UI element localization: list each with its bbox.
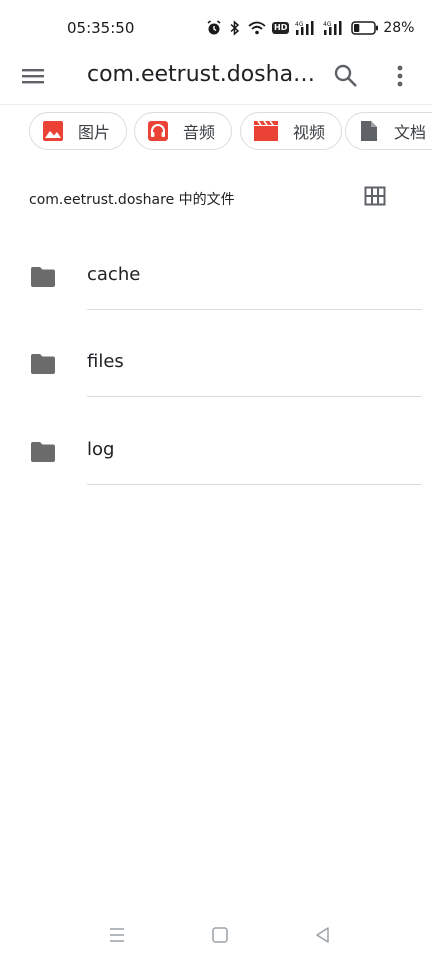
battery-percent: 28% [383,20,415,36]
battery-icon [351,21,379,35]
folder-icon [30,266,56,288]
chip-documents[interactable]: 文档 [345,112,432,150]
file-name: cache [87,264,141,285]
file-row-files[interactable]: files [0,351,432,440]
svg-text:4G: 4G [323,21,332,28]
hamburger-menu-icon [22,69,44,84]
file-name: files [87,351,124,372]
menu-button[interactable] [20,64,48,88]
wifi-icon [248,21,266,35]
signal-icon-2: 4G [323,20,345,36]
svg-text:4G: 4G [295,21,304,28]
divider [87,484,422,485]
signal-icon: 4G [295,20,317,36]
file-row-log[interactable]: log [0,439,432,528]
divider [87,309,422,310]
square-icon [212,927,228,943]
file-name: log [87,439,115,460]
more-options-button[interactable] [390,62,410,90]
status-icons: HD 4G 4G 28% [206,18,414,38]
alarm-icon [206,20,222,36]
grid-view-toggle[interactable] [364,186,386,206]
home-button[interactable] [210,925,230,945]
chip-video[interactable]: 视频 [240,112,343,150]
grid-view-icon [364,186,386,206]
file-row-cache[interactable]: cache [0,264,432,353]
chip-images[interactable]: 图片 [29,112,128,150]
menu-lines-icon [110,928,124,942]
headphones-icon [147,120,169,142]
more-vert-icon [397,65,403,87]
app-title: com.eetrust.dosha… [87,62,313,87]
movie-icon [253,120,279,142]
bluetooth-icon [228,20,242,36]
section-title: com.eetrust.doshare 中的文件 [29,192,235,208]
back-button[interactable] [313,925,333,945]
status-time: 05:35:50 [67,19,135,37]
chip-audio[interactable]: 音频 [134,112,233,150]
divider [87,396,422,397]
search-button[interactable] [332,62,360,90]
hd-icon: HD [272,22,290,34]
document-icon [358,120,380,142]
back-triangle-icon [316,927,329,943]
folder-icon [30,353,56,375]
system-nav-bar [0,915,432,955]
search-icon [334,64,357,87]
folder-icon [30,441,56,463]
app-bar: com.eetrust.dosha… [0,48,432,105]
image-icon [42,120,64,142]
category-chips: 图片 音频 视频 文档 [0,110,432,156]
recents-button[interactable] [107,925,127,945]
